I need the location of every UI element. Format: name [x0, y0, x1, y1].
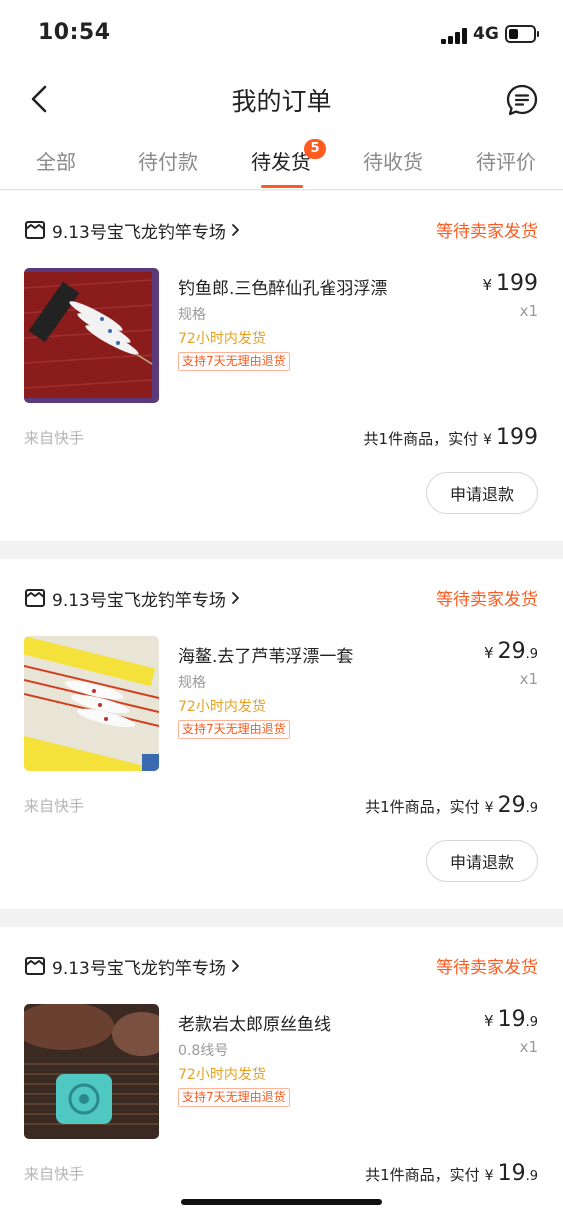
shop-icon — [25, 221, 45, 239]
tab-all[interactable]: 全部 — [0, 146, 112, 175]
tab-indicator — [261, 185, 303, 188]
product-image[interactable] — [24, 1004, 159, 1139]
total-integer: 19 — [497, 1161, 526, 1186]
currency-symbol: ¥ — [483, 432, 492, 448]
ship-note: 72小时内发货 — [178, 331, 266, 347]
product-quantity: x1 — [519, 1038, 538, 1056]
shop-link[interactable]: 9.13号宝飞龙钓竿专场 — [24, 217, 240, 243]
ship-note: 72小时内发货 — [178, 1067, 266, 1083]
shop-icon — [25, 957, 45, 975]
product-spec: 规格 — [178, 675, 206, 691]
currency-symbol: ¥ — [482, 276, 492, 294]
total-label: 共1件商品，实付 — [363, 430, 479, 448]
ship-note: 72小时内发货 — [178, 699, 266, 715]
product-spec: 0.8线号 — [178, 1043, 229, 1059]
order-card: 9.13号宝飞龙钓竿专场 等待卖家发货 钓鱼郎.三色醉仙孔雀羽浮漂 规格 72小… — [0, 191, 563, 541]
shop-icon — [25, 589, 45, 607]
currency-symbol: ¥ — [484, 1168, 494, 1184]
page-title: 我的订单 — [231, 87, 332, 116]
product-price: ¥29.9 — [484, 639, 538, 664]
order-status: 等待卖家发货 — [436, 222, 538, 242]
price-decimal: .9 — [525, 647, 538, 662]
chevron-right-icon — [231, 592, 239, 604]
order-source: 来自快手 — [24, 1165, 85, 1183]
order-card: 9.13号宝飞龙钓竿专场 等待卖家发货 老款岩太郎原丝鱼线 0.8线号 72小时… — [0, 927, 563, 1219]
total-decimal: .9 — [525, 1169, 538, 1184]
status-time: 10:54 — [38, 20, 111, 45]
total-integer: 199 — [496, 425, 538, 450]
signal-icon — [441, 28, 467, 44]
product-name[interactable]: 老款岩太郎原丝鱼线 — [178, 1010, 331, 1035]
message-button[interactable] — [505, 83, 539, 117]
product-name[interactable]: 海鳌.去了芦苇浮漂一套 — [178, 642, 353, 667]
tab-pending-receipt[interactable]: 待收货 — [337, 146, 449, 175]
price-integer: 19 — [497, 1007, 526, 1032]
shop-link[interactable]: 9.13号宝飞龙钓竿专场 — [24, 585, 240, 611]
refund-button[interactable]: 申请退款 — [426, 840, 538, 882]
status-bar: 10:54 4G — [0, 0, 563, 68]
product-name[interactable]: 钓鱼郎.三色醉仙孔雀羽浮漂 — [178, 274, 387, 299]
order-status: 等待卖家发货 — [436, 590, 538, 610]
product-spec: 规格 — [178, 307, 206, 323]
shop-name: 9.13号宝飞龙钓竿专场 — [52, 958, 226, 979]
return-policy-tag: 支持7天无理由退货 — [178, 1088, 290, 1107]
battery-fill — [509, 29, 518, 39]
product-image[interactable] — [24, 636, 159, 771]
product-quantity: x1 — [519, 302, 538, 320]
order-source: 来自快手 — [24, 797, 85, 815]
order-total: 共1件商品，实付 ¥19.9 — [365, 1161, 538, 1186]
nav-bar: 我的订单 — [0, 68, 563, 132]
shop-link[interactable]: 9.13号宝飞龙钓竿专场 — [24, 953, 240, 979]
shop-name: 9.13号宝飞龙钓竿专场 — [52, 590, 226, 611]
tab-pending-review[interactable]: 待评价 — [450, 146, 562, 175]
chat-bubble-icon — [506, 84, 538, 116]
currency-symbol: ¥ — [484, 800, 494, 816]
order-tabs: 全部 待付款 待发货 待收货 待评价 — [0, 132, 563, 190]
product-price: ¥199 — [482, 271, 538, 296]
chevron-right-icon — [231, 960, 239, 972]
product-price: ¥19.9 — [484, 1007, 538, 1032]
return-policy-tag: 支持7天无理由退货 — [178, 352, 290, 371]
currency-symbol: ¥ — [484, 644, 494, 662]
price-decimal: .9 — [525, 1015, 538, 1030]
total-integer: 29 — [497, 793, 526, 818]
chevron-right-icon — [231, 224, 239, 236]
battery-icon — [505, 25, 539, 43]
order-total: 共1件商品，实付 ¥199 — [364, 425, 538, 450]
order-total: 共1件商品，实付 ¥29.9 — [365, 793, 538, 818]
price-integer: 29 — [497, 639, 526, 664]
total-decimal: .9 — [525, 801, 538, 816]
refund-button[interactable]: 申请退款 — [426, 472, 538, 514]
currency-symbol: ¥ — [484, 1012, 494, 1030]
total-label: 共1件商品，实付 — [365, 1166, 480, 1184]
home-indicator[interactable] — [181, 1199, 382, 1205]
product-image[interactable] — [24, 268, 159, 403]
tab-badge: 5 — [304, 139, 326, 159]
tab-pending-payment[interactable]: 待付款 — [112, 146, 224, 175]
return-policy-tag: 支持7天无理由退货 — [178, 720, 290, 739]
total-label: 共1件商品，实付 — [365, 798, 480, 816]
network-type: 4G — [473, 24, 499, 44]
product-quantity: x1 — [519, 670, 538, 688]
order-source: 来自快手 — [24, 429, 85, 447]
order-card: 9.13号宝飞龙钓竿专场 等待卖家发货 海鳌.去了芦苇浮漂一套 规格 72小时内… — [0, 559, 563, 909]
order-status: 等待卖家发货 — [436, 958, 538, 978]
price-integer: 199 — [496, 271, 538, 296]
shop-name: 9.13号宝飞龙钓竿专场 — [52, 222, 226, 243]
